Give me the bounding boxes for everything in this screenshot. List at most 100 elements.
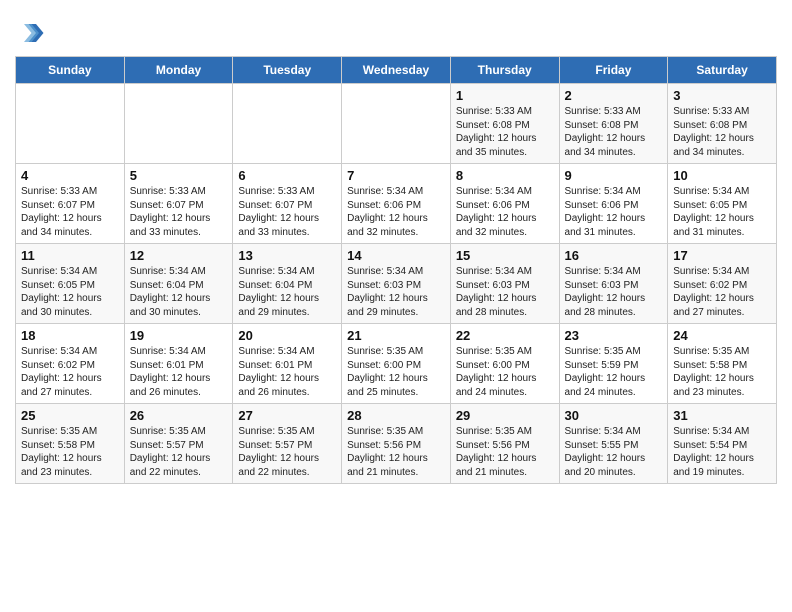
calendar-cell: 16 Sunrise: 5:34 AM Sunset: 6:03 PM Dayli… [559,244,668,324]
day-info: Sunrise: 5:35 AM Sunset: 6:00 PM Dayligh… [347,345,445,399]
day-number: 19 [130,328,228,343]
day-header-wednesday: Wednesday [342,57,451,84]
calendar-cell: 19 Sunrise: 5:34 AM Sunset: 6:01 PM Dayli… [124,324,233,404]
day-info: Sunrise: 5:34 AM Sunset: 6:03 PM Dayligh… [347,265,445,319]
day-info: Sunrise: 5:33 AM Sunset: 6:08 PM Dayligh… [673,105,771,159]
calendar-cell: 2 Sunrise: 5:33 AM Sunset: 6:08 PM Daylig… [559,84,668,164]
day-info: Sunrise: 5:34 AM Sunset: 6:04 PM Dayligh… [130,265,228,319]
day-number: 30 [565,408,663,423]
day-number: 15 [456,248,554,263]
calendar-cell: 31 Sunrise: 5:34 AM Sunset: 5:54 PM Dayli… [668,404,777,484]
day-header-thursday: Thursday [450,57,559,84]
day-header-friday: Friday [559,57,668,84]
day-info: Sunrise: 5:35 AM Sunset: 5:57 PM Dayligh… [130,425,228,479]
day-info: Sunrise: 5:34 AM Sunset: 6:03 PM Dayligh… [456,265,554,319]
day-number: 4 [21,168,119,183]
calendar-cell: 10 Sunrise: 5:34 AM Sunset: 6:05 PM Dayli… [668,164,777,244]
calendar-cell: 28 Sunrise: 5:35 AM Sunset: 5:56 PM Dayli… [342,404,451,484]
calendar-cell [233,84,342,164]
day-info: Sunrise: 5:35 AM Sunset: 6:00 PM Dayligh… [456,345,554,399]
day-info: Sunrise: 5:35 AM Sunset: 5:56 PM Dayligh… [456,425,554,479]
day-info: Sunrise: 5:34 AM Sunset: 6:02 PM Dayligh… [673,265,771,319]
day-number: 12 [130,248,228,263]
calendar-cell: 30 Sunrise: 5:34 AM Sunset: 5:55 PM Dayli… [559,404,668,484]
day-number: 7 [347,168,445,183]
day-number: 24 [673,328,771,343]
calendar-cell: 5Sunrise: 5:33 AM Sunset: 6:07 PM Daylig… [124,164,233,244]
day-info: Sunrise: 5:35 AM Sunset: 5:58 PM Dayligh… [21,425,119,479]
calendar-cell: 3Sunrise: 5:33 AM Sunset: 6:08 PM Daylig… [668,84,777,164]
day-number: 2 [565,88,663,103]
day-info: Sunrise: 5:34 AM Sunset: 6:05 PM Dayligh… [673,185,771,239]
calendar-cell: 15 Sunrise: 5:34 AM Sunset: 6:03 PM Dayli… [450,244,559,324]
calendar-cell: 8 Sunrise: 5:34 AM Sunset: 6:06 PM Daylig… [450,164,559,244]
day-info: Sunrise: 5:35 AM Sunset: 5:58 PM Dayligh… [673,345,771,399]
day-number: 25 [21,408,119,423]
calendar-header-row: SundayMondayTuesdayWednesdayThursdayFrid… [16,57,777,84]
day-number: 14 [347,248,445,263]
logo [15,18,49,48]
calendar-cell: 4 Sunrise: 5:33 AM Sunset: 6:07 PM Daylig… [16,164,125,244]
day-number: 17 [673,248,771,263]
calendar-cell: 21 Sunrise: 5:35 AM Sunset: 6:00 PM Dayli… [342,324,451,404]
day-info: Sunrise: 5:34 AM Sunset: 6:06 PM Dayligh… [565,185,663,239]
calendar-cell: 6 Sunrise: 5:33 AM Sunset: 6:07 PM Daylig… [233,164,342,244]
calendar-cell: 7Sunrise: 5:34 AM Sunset: 6:06 PM Daylig… [342,164,451,244]
calendar-cell [16,84,125,164]
calendar-week-row: 4 Sunrise: 5:33 AM Sunset: 6:07 PM Daylig… [16,164,777,244]
calendar-cell: 9 Sunrise: 5:34 AM Sunset: 6:06 PM Daylig… [559,164,668,244]
day-info: Sunrise: 5:34 AM Sunset: 6:05 PM Dayligh… [21,265,119,319]
day-info: Sunrise: 5:35 AM Sunset: 5:56 PM Dayligh… [347,425,445,479]
day-info: Sunrise: 5:34 AM Sunset: 6:03 PM Dayligh… [565,265,663,319]
day-info: Sunrise: 5:34 AM Sunset: 6:01 PM Dayligh… [130,345,228,399]
calendar-week-row: 1 Sunrise: 5:33 AM Sunset: 6:08 PM Daylig… [16,84,777,164]
calendar-cell: 23 Sunrise: 5:35 AM Sunset: 5:59 PM Dayli… [559,324,668,404]
day-info: Sunrise: 5:33 AM Sunset: 6:07 PM Dayligh… [238,185,336,239]
calendar-cell: 29 Sunrise: 5:35 AM Sunset: 5:56 PM Dayli… [450,404,559,484]
day-info: Sunrise: 5:35 AM Sunset: 5:57 PM Dayligh… [238,425,336,479]
calendar-week-row: 11 Sunrise: 5:34 AM Sunset: 6:05 PM Dayli… [16,244,777,324]
day-number: 1 [456,88,554,103]
calendar-week-row: 25 Sunrise: 5:35 AM Sunset: 5:58 PM Dayli… [16,404,777,484]
day-info: Sunrise: 5:34 AM Sunset: 6:04 PM Dayligh… [238,265,336,319]
calendar-cell: 17 Sunrise: 5:34 AM Sunset: 6:02 PM Dayli… [668,244,777,324]
calendar-cell [342,84,451,164]
day-number: 28 [347,408,445,423]
day-info: Sunrise: 5:33 AM Sunset: 6:07 PM Dayligh… [21,185,119,239]
day-number: 31 [673,408,771,423]
day-info: Sunrise: 5:35 AM Sunset: 5:59 PM Dayligh… [565,345,663,399]
day-number: 8 [456,168,554,183]
day-number: 18 [21,328,119,343]
day-info: Sunrise: 5:34 AM Sunset: 5:54 PM Dayligh… [673,425,771,479]
calendar-cell: 24 Sunrise: 5:35 AM Sunset: 5:58 PM Dayli… [668,324,777,404]
day-info: Sunrise: 5:34 AM Sunset: 6:01 PM Dayligh… [238,345,336,399]
day-header-tuesday: Tuesday [233,57,342,84]
day-info: Sunrise: 5:34 AM Sunset: 6:06 PM Dayligh… [456,185,554,239]
header [15,10,777,48]
day-info: Sunrise: 5:33 AM Sunset: 6:08 PM Dayligh… [565,105,663,159]
day-number: 11 [21,248,119,263]
calendar-cell: 1Sunrise: 5:33 AM Sunset: 6:08 PM Daylig… [450,84,559,164]
calendar-cell: 12 Sunrise: 5:34 AM Sunset: 6:04 PM Dayli… [124,244,233,324]
day-header-saturday: Saturday [668,57,777,84]
day-info: Sunrise: 5:34 AM Sunset: 6:02 PM Dayligh… [21,345,119,399]
calendar-cell: 20 Sunrise: 5:34 AM Sunset: 6:01 PM Dayli… [233,324,342,404]
calendar-cell: 27 Sunrise: 5:35 AM Sunset: 5:57 PM Dayli… [233,404,342,484]
calendar-cell: 18 Sunrise: 5:34 AM Sunset: 6:02 PM Dayli… [16,324,125,404]
day-number: 29 [456,408,554,423]
day-number: 23 [565,328,663,343]
day-info: Sunrise: 5:34 AM Sunset: 5:55 PM Dayligh… [565,425,663,479]
day-number: 26 [130,408,228,423]
day-number: 9 [565,168,663,183]
day-number: 20 [238,328,336,343]
day-number: 6 [238,168,336,183]
day-number: 27 [238,408,336,423]
day-number: 13 [238,248,336,263]
day-number: 16 [565,248,663,263]
calendar-cell: 14 Sunrise: 5:34 AM Sunset: 6:03 PM Dayli… [342,244,451,324]
day-number: 10 [673,168,771,183]
day-number: 21 [347,328,445,343]
day-header-monday: Monday [124,57,233,84]
calendar-week-row: 18 Sunrise: 5:34 AM Sunset: 6:02 PM Dayli… [16,324,777,404]
logo-icon [15,18,45,48]
